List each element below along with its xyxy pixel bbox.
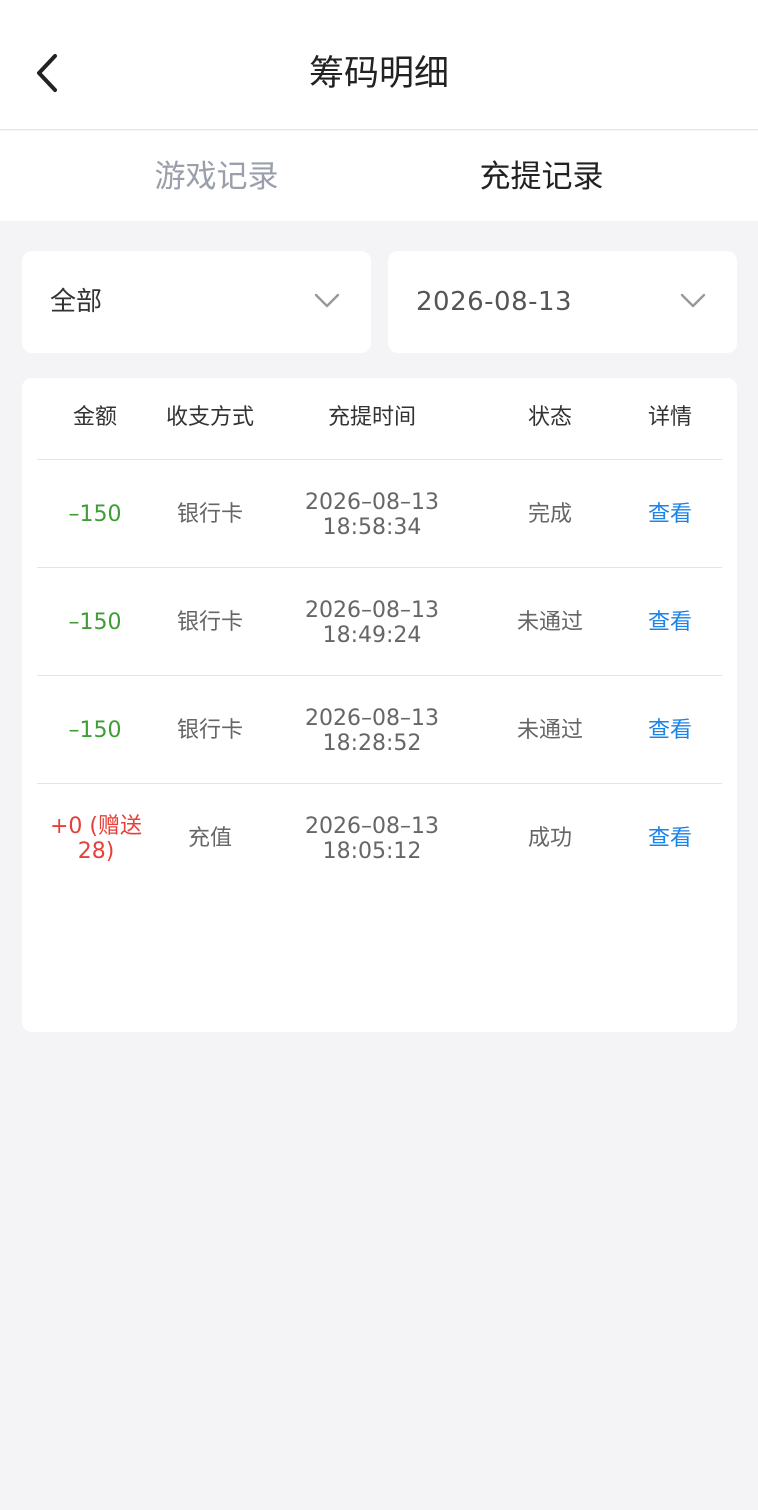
time-date: 2026–08–13 [305, 706, 439, 731]
type-filter-value: 全部 [50, 287, 103, 317]
table-header: 金额 收支方式 充提时间 状态 详情 [22, 378, 737, 460]
time-clock: 18:58:34 [322, 515, 422, 540]
status-value: 未通过 [516, 610, 583, 635]
method-value: 银行卡 [176, 610, 243, 635]
amount-value: –150 [68, 610, 122, 635]
tab-bar: 游戏记录 充提记录 [0, 131, 758, 221]
amount-line-1: +0 (赠送 [49, 814, 142, 839]
amount-value: –150 [68, 502, 122, 527]
page-title: 筹码明细 [308, 54, 449, 94]
chevron-down-icon [680, 293, 706, 308]
tab-deposit-withdraw-records[interactable]: 充提记录 [352, 156, 731, 198]
amount-value: +0 (赠送 28) [44, 814, 148, 864]
time-value: 2026–08–13 18:58:34 [282, 490, 462, 540]
status-value: 完成 [527, 502, 572, 527]
amount-line-2: 28) [77, 839, 115, 864]
column-header-status: 状态 [527, 405, 572, 430]
table-row: +0 (赠送 28) 充值 2026–08–13 18:05:12 成功 查看 [22, 784, 737, 892]
table-row: –150 银行卡 2026–08–13 18:49:24 未通过 查看 [22, 568, 737, 676]
column-header-amount: 金额 [72, 405, 117, 430]
time-value: 2026–08–13 18:28:52 [282, 706, 462, 756]
view-detail-link[interactable]: 查看 [626, 502, 714, 527]
time-value: 2026–08–13 18:49:24 [282, 598, 462, 648]
status-value: 成功 [527, 826, 572, 851]
method-value: 银行卡 [176, 502, 243, 527]
view-detail-link[interactable]: 查看 [626, 826, 714, 851]
status-value: 未通过 [516, 718, 583, 743]
column-header-method: 收支方式 [165, 405, 254, 430]
time-date: 2026–08–13 [305, 814, 439, 839]
date-filter-value: 2026-08-13 [416, 287, 573, 317]
amount-value: –150 [68, 718, 122, 743]
type-filter-select[interactable]: 全部 [22, 251, 371, 353]
time-date: 2026–08–13 [305, 598, 439, 623]
tab-label: 游戏记录 [154, 159, 279, 195]
time-value: 2026–08–13 18:05:12 [282, 814, 462, 864]
tab-label: 充提记录 [479, 159, 604, 195]
time-date: 2026–08–13 [305, 490, 439, 515]
date-filter-select[interactable]: 2026-08-13 [388, 251, 737, 353]
time-clock: 18:05:12 [322, 839, 422, 864]
table-row: –150 银行卡 2026–08–13 18:58:34 完成 查看 [22, 460, 737, 568]
app-header: 筹码明细 [0, 0, 758, 130]
view-detail-link[interactable]: 查看 [626, 718, 714, 743]
records-table: 金额 收支方式 充提时间 状态 详情 –150 银行卡 2026–08–13 1… [22, 378, 737, 1032]
chevron-down-icon [314, 293, 340, 308]
column-header-detail: 详情 [647, 405, 692, 430]
table-row: –150 银行卡 2026–08–13 18:28:52 未通过 查看 [22, 676, 737, 784]
column-header-time: 充提时间 [327, 405, 416, 430]
tab-game-records[interactable]: 游戏记录 [27, 156, 406, 198]
method-value: 充值 [187, 826, 232, 851]
view-detail-link[interactable]: 查看 [626, 610, 714, 635]
method-value: 银行卡 [176, 718, 243, 743]
time-clock: 18:49:24 [322, 623, 422, 648]
time-clock: 18:28:52 [322, 731, 422, 756]
